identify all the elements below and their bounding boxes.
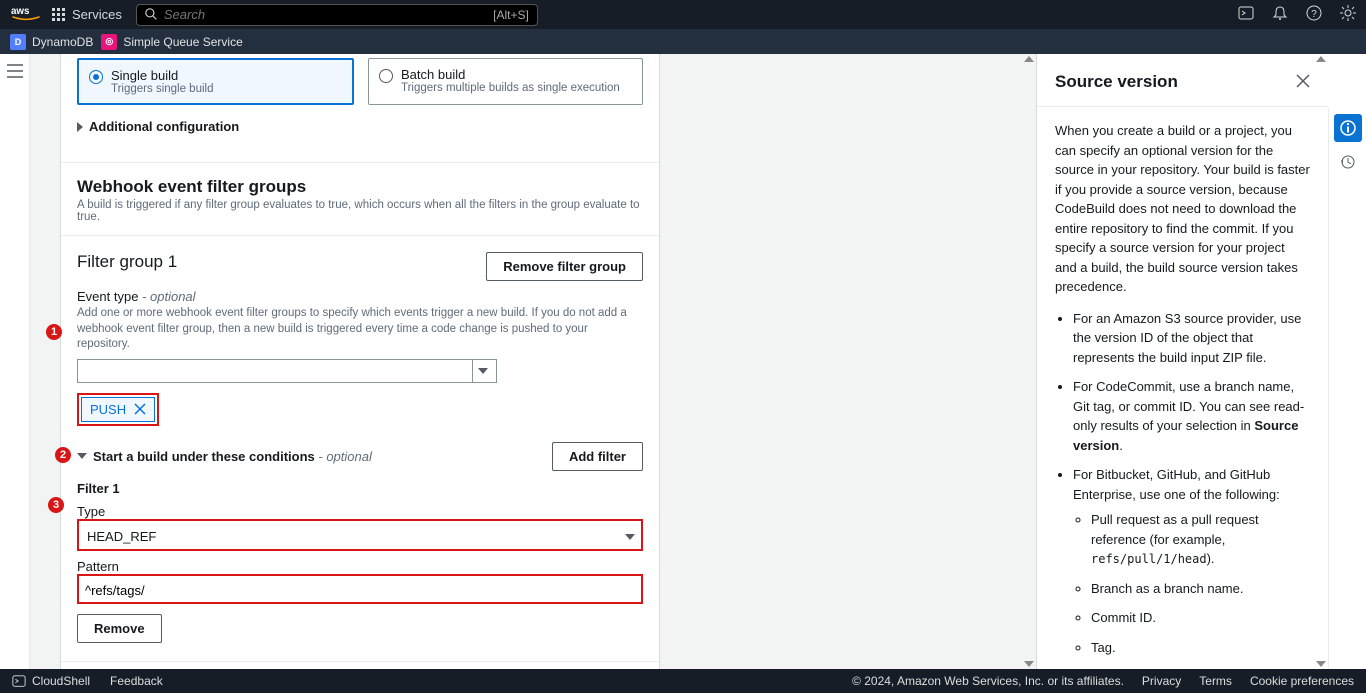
dont-start-conditions-expander[interactable]: Don't start a build under these conditio… [61,662,659,669]
services-link[interactable]: Services [72,7,122,22]
search-icon [145,8,158,21]
dynamodb-icon: D [10,34,26,50]
history-panel-toggle[interactable] [1334,148,1362,176]
chevron-down-icon [77,453,87,459]
cloudshell-footer-button[interactable]: CloudShell [12,674,90,688]
filter-group-title: Filter group 1 [77,252,177,272]
hamburger-icon[interactable] [7,64,23,669]
favorite-dynamodb-label: DynamoDB [32,35,93,49]
remove-filter-group-button[interactable]: Remove filter group [486,252,643,281]
service-favorites-bar: D DynamoDB ◎ Simple Queue Service [0,29,1366,54]
remove-filter-button[interactable]: Remove [77,614,162,643]
cloudshell-icon[interactable] [1238,5,1254,24]
cookies-link[interactable]: Cookie preferences [1250,674,1354,688]
event-type-select[interactable] [77,359,497,383]
start-conditions-expander[interactable]: Start a build under these conditions - o… [77,449,372,464]
remove-tag-icon[interactable] [134,403,146,415]
help-list-s3: For an Amazon S3 source provider, use th… [1073,309,1310,368]
footer-bar: CloudShell Feedback © 2024, Amazon Web S… [0,669,1366,693]
filter-type-value: HEAD_REF [87,529,156,544]
help-paragraph: When you create a build or a project, yo… [1055,121,1310,297]
info-panel-toggle[interactable] [1334,114,1362,142]
callout-2: 2 [55,447,71,463]
event-type-tag-label: PUSH [90,402,126,417]
single-build-subtitle: Triggers single build [111,83,213,95]
chevron-down-icon [625,534,635,540]
notifications-icon[interactable] [1272,5,1288,24]
favorite-sqs-label: Simple Queue Service [123,35,242,49]
feedback-link[interactable]: Feedback [110,674,163,688]
filter1-heading: Filter 1 [77,481,643,496]
additional-config-expander[interactable]: Additional configuration [61,105,659,148]
start-conditions-label: Start a build under these conditions - o… [93,449,372,464]
right-tool-rail [1328,108,1366,669]
filter-pattern-input[interactable] [79,580,641,602]
global-search[interactable]: [Alt+S] [136,4,538,26]
privacy-link[interactable]: Privacy [1142,674,1181,688]
callout-1: 1 [46,324,62,340]
search-hotkey-hint: [Alt+S] [493,8,529,22]
event-type-help: Add one or more webhook event filter gro… [77,306,643,353]
callout-3: 3 [48,497,64,513]
event-type-label: Event type - optional [77,289,196,304]
add-filter-button[interactable]: Add filter [552,442,643,471]
svg-text:aws: aws [11,6,30,17]
single-build-title: Single build [111,68,213,83]
single-build-radio[interactable]: Single build Triggers single build [77,58,354,105]
help-icon[interactable]: ? [1306,5,1322,24]
search-input[interactable] [164,7,493,22]
filter-type-select[interactable]: HEAD_REF [79,525,641,549]
help-panel-title: Source version [1055,72,1178,92]
batch-build-title: Batch build [401,67,620,82]
sqs-icon: ◎ [101,34,117,50]
chevron-down-icon [478,368,488,374]
svg-text:?: ? [1311,9,1317,20]
aws-logo-icon[interactable]: aws [10,4,42,25]
help-panel: Source version When you create a build o… [1036,54,1328,669]
help-sub-commit: Commit ID. [1091,608,1310,628]
scroll-down-icon[interactable] [1316,661,1326,667]
settings-icon[interactable] [1340,5,1356,24]
close-help-panel-icon[interactable] [1296,74,1310,91]
chevron-right-icon [77,122,83,132]
services-grid-icon[interactable] [52,8,66,22]
event-type-tag-push: PUSH [81,397,155,422]
webhook-section-title: Webhook event filter groups [77,177,643,197]
help-sub-tag: Tag. [1091,638,1310,658]
top-nav: aws Services [Alt+S] ? [0,0,1366,29]
help-sub-pr: Pull request as a pull request reference… [1091,510,1310,569]
scroll-up-icon[interactable] [1316,56,1326,62]
copyright-text: © 2024, Amazon Web Services, Inc. or its… [852,674,1124,688]
left-nav-rail [0,54,30,669]
help-list-codecommit: For CodeCommit, use a branch name, Git t… [1073,377,1310,455]
main-content: Single build Triggers single build Batch… [30,54,1036,669]
filter-pattern-label: Pattern [77,559,643,574]
batch-build-subtitle: Triggers multiple builds as single execu… [401,82,620,94]
scroll-down-icon[interactable] [1024,661,1034,667]
favorite-dynamodb[interactable]: D DynamoDB [10,34,93,50]
webhook-section-desc: A build is triggered if any filter group… [77,199,643,223]
help-sub-branch: Branch as a branch name. [1091,579,1310,599]
scroll-up-icon[interactable] [1024,56,1034,62]
terms-link[interactable]: Terms [1199,674,1232,688]
favorite-sqs[interactable]: ◎ Simple Queue Service [101,34,242,50]
webhook-config-card: Single build Triggers single build Batch… [60,54,660,669]
cloudshell-label: CloudShell [32,674,90,688]
filter-type-label: Type [77,504,643,519]
batch-build-radio[interactable]: Batch build Triggers multiple builds as … [368,58,643,105]
help-list-bitbucket: For Bitbucket, GitHub, and GitHub Enterp… [1073,465,1310,657]
additional-config-label: Additional configuration [89,119,239,134]
